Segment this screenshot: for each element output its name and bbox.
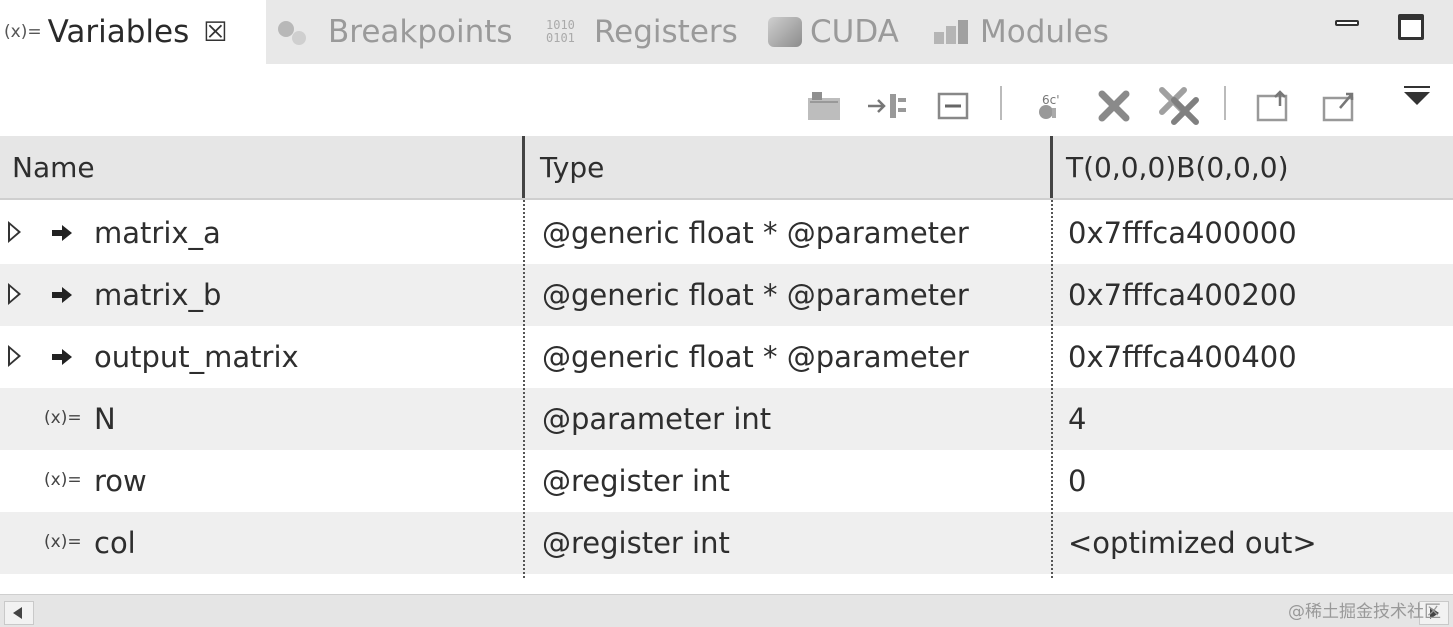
registers-icon: 1010 0101	[546, 18, 575, 45]
table-row[interactable]: output_matrix @generic float * @paramete…	[0, 326, 1453, 388]
variable-type: @generic float * @parameter	[542, 278, 969, 312]
variable-icon: (x)=	[44, 408, 82, 428]
tab-cuda[interactable]: CUDA	[768, 0, 899, 64]
variable-name: N	[94, 402, 116, 436]
variable-value[interactable]: 0x7fffca400200	[1068, 264, 1297, 326]
tab-label: Registers	[594, 14, 738, 50]
pointer-arrow-icon	[52, 287, 72, 303]
variable-name: row	[94, 464, 147, 498]
cuda-icon	[768, 17, 802, 47]
variable-value[interactable]: <optimized out>	[1068, 512, 1317, 574]
tab-label: CUDA	[810, 14, 899, 50]
tab-modules[interactable]: Modules	[934, 0, 1109, 64]
variable-name: output_matrix	[94, 340, 299, 374]
toolbar-separator	[1000, 86, 1002, 120]
tab-label: Modules	[980, 14, 1109, 50]
column-header-name[interactable]: Name	[12, 136, 95, 198]
variable-name: matrix_a	[94, 216, 221, 250]
column-divider	[1051, 200, 1053, 578]
variable-type: @register int	[542, 464, 730, 498]
maximize-button[interactable]	[1398, 14, 1424, 40]
watermark: @稀土掘金技术社区	[1288, 602, 1441, 622]
tab-variables[interactable]: (x)= Variables ☒	[0, 0, 266, 64]
variable-type: @register int	[542, 526, 730, 560]
table-row[interactable]: (x)= col @register int <optimized out>	[0, 512, 1453, 574]
toolbar-separator	[1224, 86, 1226, 120]
tab-label: Breakpoints	[328, 14, 513, 50]
variable-type: @generic float * @parameter	[542, 216, 969, 250]
table-row[interactable]: (x)= row @register int 0	[0, 450, 1453, 512]
column-divider[interactable]	[1050, 136, 1053, 198]
column-divider[interactable]	[522, 136, 525, 198]
collapse-icon[interactable]	[936, 88, 972, 124]
tab-registers[interactable]: 1010 0101 Registers	[546, 0, 738, 64]
variable-value[interactable]: 0x7fffca400000	[1068, 202, 1297, 264]
minimize-button[interactable]	[1334, 14, 1360, 40]
import-icon[interactable]	[1320, 88, 1360, 124]
pointer-arrow-icon	[52, 225, 72, 241]
breakpoints-icon	[276, 17, 320, 47]
collapse-all-icon[interactable]	[804, 88, 844, 124]
view-tab-bar: (x)= Variables ☒ Breakpoints 1010 0101 R…	[0, 0, 1453, 64]
export-icon[interactable]	[1254, 88, 1294, 124]
scroll-left-button[interactable]	[4, 601, 34, 625]
remove-all-icon[interactable]	[1158, 87, 1202, 125]
variable-type: @parameter int	[542, 402, 772, 436]
variable-name: matrix_b	[94, 278, 222, 312]
variable-type: @generic float * @parameter	[542, 340, 969, 374]
expand-triangle-icon[interactable]	[8, 283, 21, 305]
modules-icon	[934, 20, 972, 44]
view-toolbar: 6c'	[0, 64, 1453, 136]
variable-icon: (x)=	[44, 532, 82, 552]
variable-icon: (x)=	[44, 470, 82, 490]
pointer-arrow-icon	[52, 349, 72, 365]
table-row[interactable]: matrix_b @generic float * @parameter 0x7…	[0, 264, 1453, 326]
svg-text:6c': 6c'	[1042, 93, 1060, 107]
table-row[interactable]: (x)= N @parameter int 4	[0, 388, 1453, 450]
tab-breakpoints[interactable]: Breakpoints	[276, 0, 513, 64]
column-header-type[interactable]: Type	[540, 136, 604, 198]
expand-triangle-icon[interactable]	[8, 345, 21, 367]
horizontal-scrollbar[interactable]	[0, 594, 1453, 627]
table-header: Name Type T(0,0,0)B(0,0,0)	[0, 136, 1453, 200]
variable-value[interactable]: 4	[1068, 388, 1086, 450]
view-menu-icon[interactable]	[1404, 86, 1430, 105]
variable-value[interactable]: 0x7fffca400400	[1068, 326, 1297, 388]
watch-expression-icon[interactable]: 6c'	[1032, 88, 1072, 124]
column-header-value[interactable]: T(0,0,0)B(0,0,0)	[1066, 136, 1289, 198]
show-type-names-icon[interactable]	[864, 88, 910, 124]
variable-value[interactable]: 0	[1068, 450, 1086, 512]
tab-label: Variables	[47, 14, 190, 50]
expand-triangle-icon[interactable]	[8, 221, 21, 243]
close-icon[interactable]: ☒	[203, 17, 227, 48]
variable-name: col	[94, 526, 136, 560]
table-row[interactable]: matrix_a @generic float * @parameter 0x7…	[0, 202, 1453, 264]
column-divider	[523, 200, 525, 578]
variables-icon: (x)=	[4, 22, 42, 42]
remove-icon[interactable]	[1096, 88, 1132, 124]
